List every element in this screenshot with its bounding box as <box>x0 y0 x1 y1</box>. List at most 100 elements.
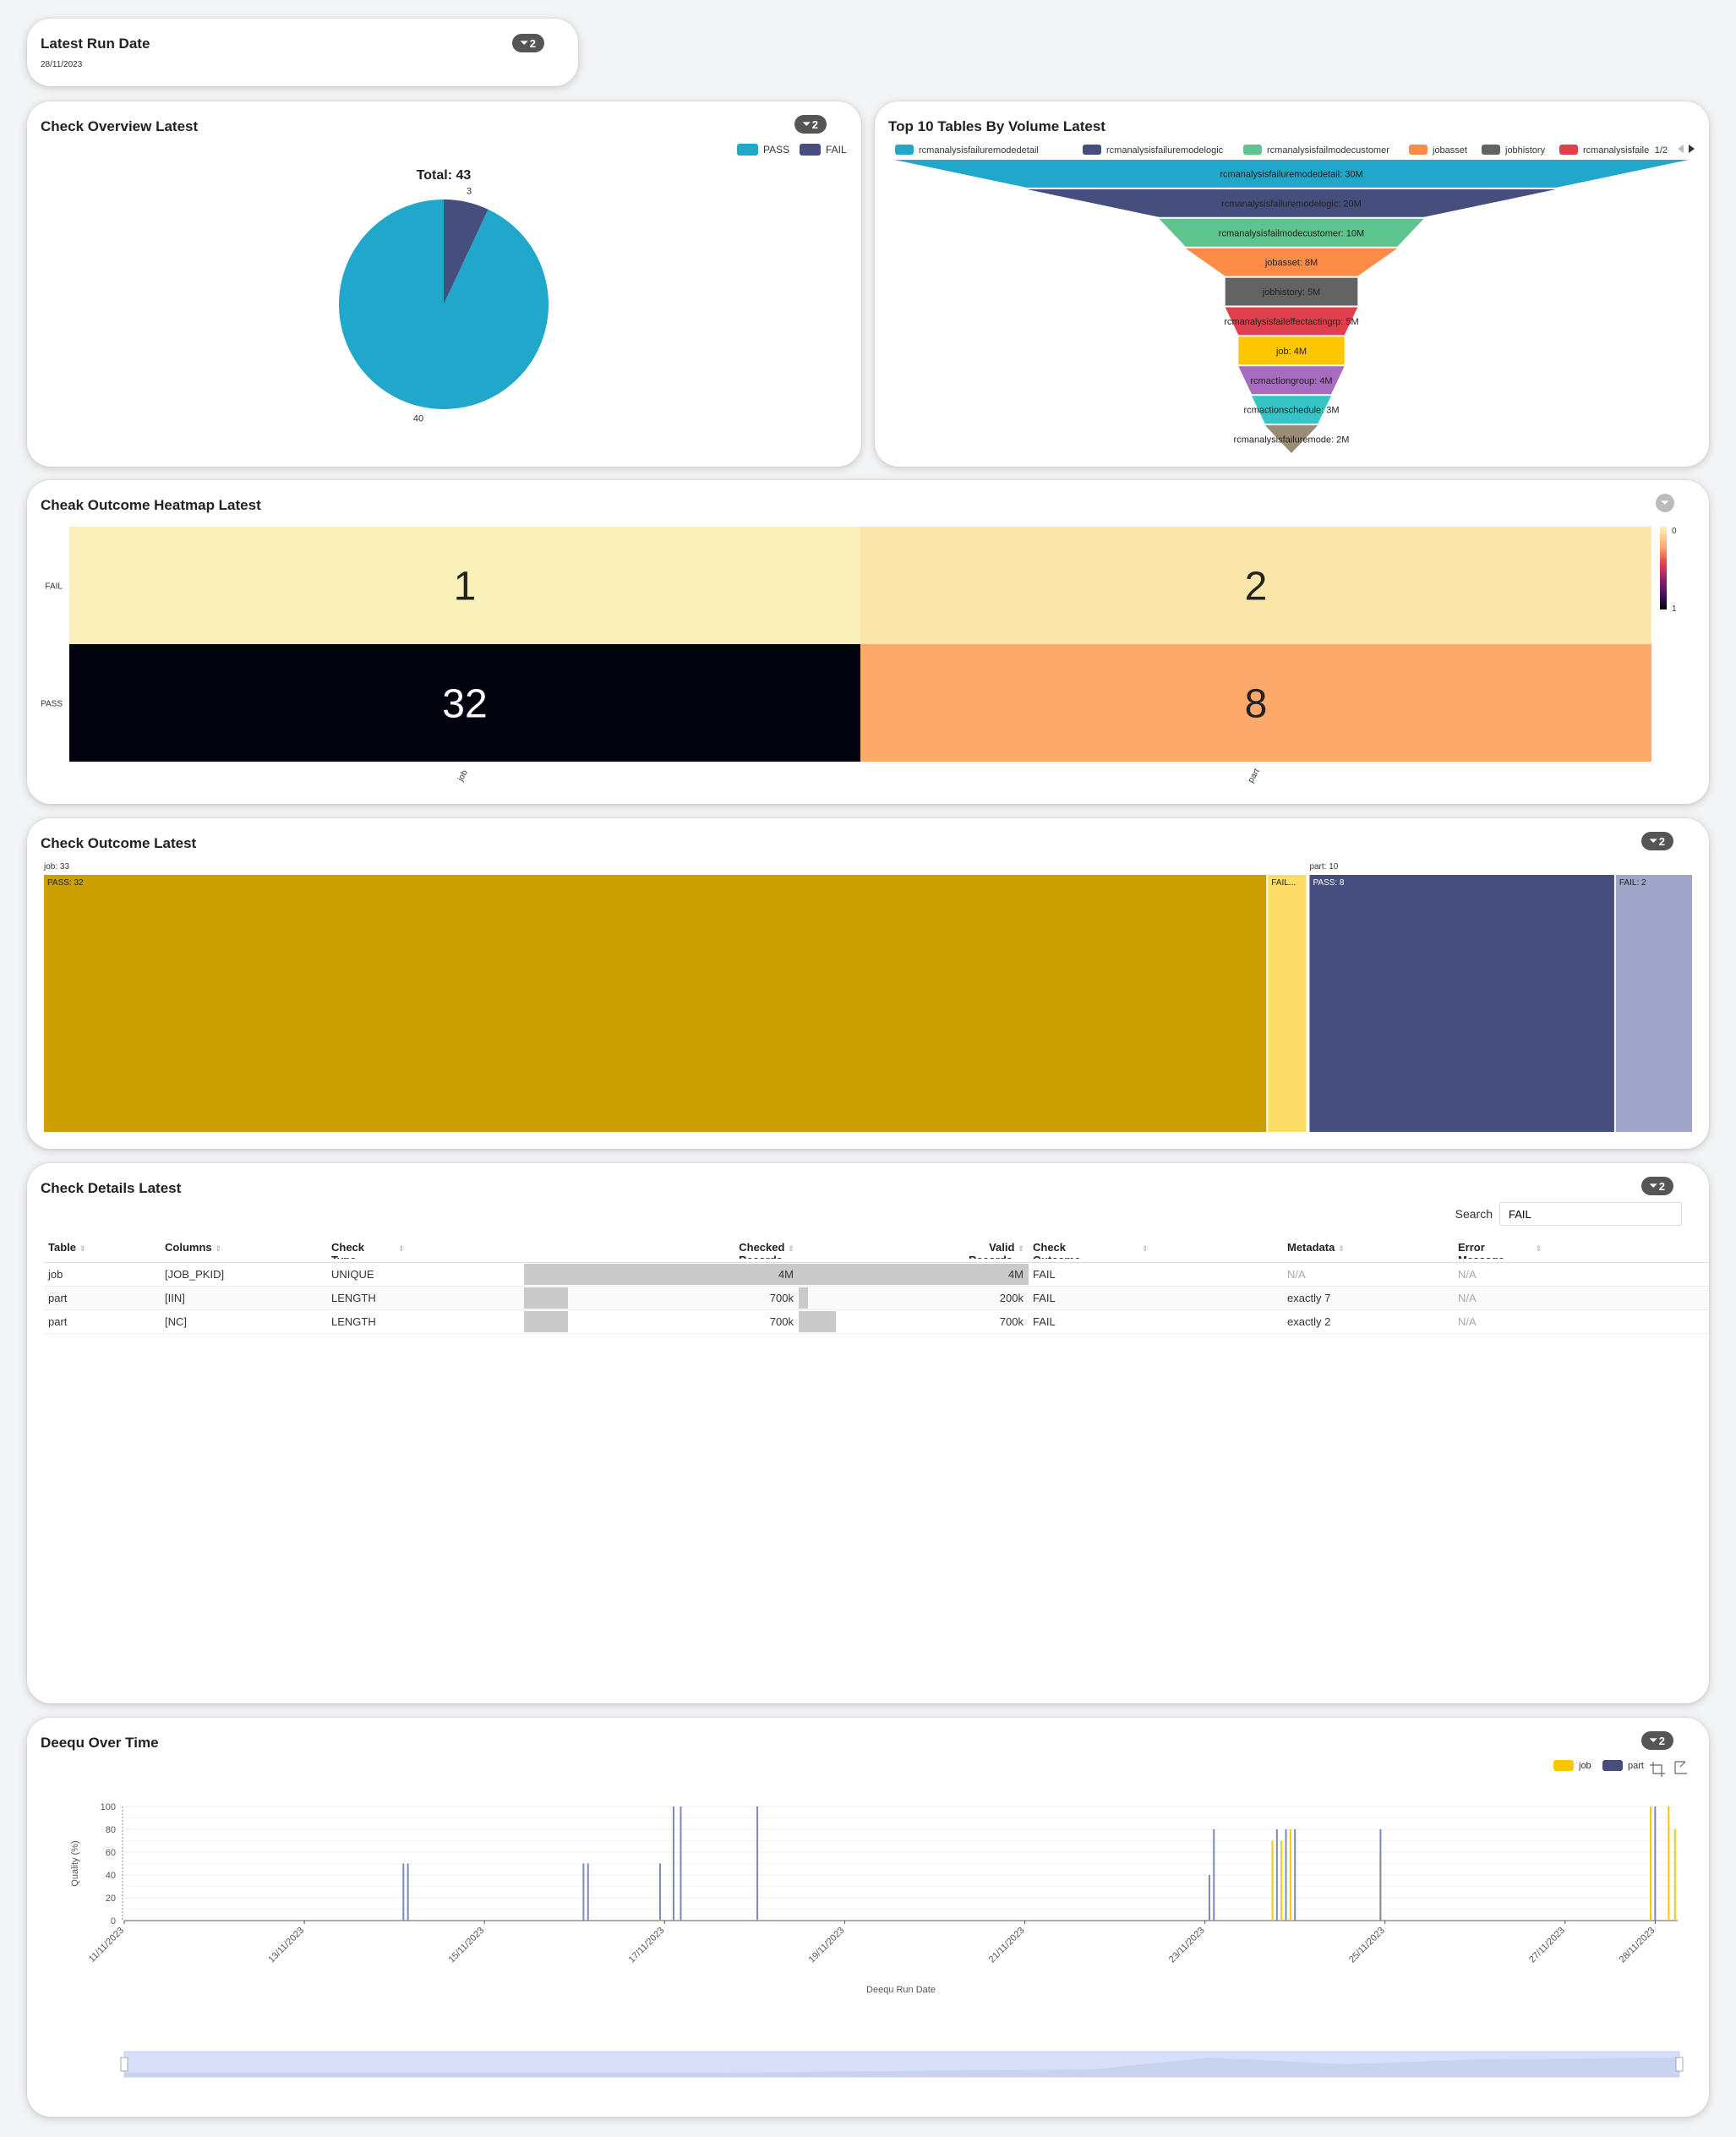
cell-columns: [IIN] <box>161 1286 327 1310</box>
check-details-title: Check Details Latest <box>41 1180 182 1196</box>
search-area: Search <box>1455 1202 1682 1226</box>
treemap-chart: job: 33 PASS: 32 FAIL... part: 10 PASS: 8 FAI… <box>43 862 1692 1132</box>
y-tick-label: 60 <box>106 1848 116 1858</box>
cell-table: job <box>44 1262 161 1287</box>
zoom-reset-icon <box>1674 1761 1687 1774</box>
heatmap-cell-value: 1 <box>454 565 477 609</box>
heatmap-cell-value: 8 <box>1245 682 1268 727</box>
x-tick-label: 28/11/2023 <box>1618 1926 1657 1965</box>
heatmap-x-label: job <box>456 768 470 784</box>
cell-metadata: exactly 7 <box>1283 1286 1454 1310</box>
legend-label: jobhistory <box>1504 145 1546 156</box>
treemap-cell-label: PASS: 32 <box>47 878 84 888</box>
bar-part <box>1275 1829 1278 1921</box>
bar-job <box>1650 1806 1652 1921</box>
legend-swatch <box>1243 145 1262 155</box>
cell-check-outcome: FAIL <box>1029 1286 1283 1310</box>
treemap-cell-label: FAIL... <box>1271 878 1296 888</box>
table-row[interactable]: job [JOB_PKID] UNIQUE 4M 4M FAIL N/A N/A <box>44 1262 1709 1287</box>
heatmap-y-label: FAIL <box>45 582 63 592</box>
funnel-label: jobhistory: 5M <box>1262 287 1320 298</box>
pie-total-label: Total: 43 <box>417 168 472 183</box>
x-tick-label: 15/11/2023 <box>446 1926 486 1965</box>
check-overview-card: Check Overview Latest ⏷ 2 PASS FAIL Total: … <box>27 101 861 467</box>
bar-job <box>1289 1829 1291 1921</box>
pie-slice-pass <box>338 199 549 409</box>
x-tick-label: 27/11/2023 <box>1527 1926 1567 1965</box>
check-details-table: Table⇕ Columns⇕ Check⇕Type Checked⇕Recor… <box>44 1238 1709 1334</box>
bar-part <box>1285 1829 1287 1921</box>
bar-part <box>1208 1875 1210 1921</box>
deequ-chart: job part 0 20 40 60 80 100 Quality (%) 11/11/2023… <box>70 1760 1687 2078</box>
check-details-filter-badge[interactable]: ⏷ 2 <box>1641 1177 1673 1195</box>
heatmap-color-scale <box>1660 527 1667 609</box>
funnel-label: rcmanalysisfailuremodedetail: 30M <box>1220 169 1362 179</box>
cell-check-type: LENGTH <box>327 1286 524 1310</box>
treemap-cell <box>1309 875 1614 1132</box>
bar-part <box>658 1863 661 1921</box>
treemap-cell <box>1615 875 1692 1132</box>
cell-columns: [JOB_PKID] <box>161 1262 327 1287</box>
filter-count: 2 <box>1658 1179 1666 1193</box>
legend-label: rcmanalysisfailmodecustomer <box>1267 145 1389 156</box>
bar-part <box>756 1806 759 1921</box>
latest-run-filter-badge[interactable]: ⏷ 2 <box>512 34 544 52</box>
funnel-label: jobasset: 8M <box>1264 258 1318 268</box>
top-tables-card: Top 10 Tables By Volume Latest rcmanalys… <box>875 101 1709 467</box>
legend-swatch <box>1409 145 1428 155</box>
heatmap-cell-value: 32 <box>442 682 487 727</box>
x-axis-title: Deequ Run Date <box>866 1985 936 1995</box>
valid-records-value: 200k <box>999 1292 1024 1304</box>
latest-run-date: 28/11/2023 <box>41 60 83 69</box>
pie-chart: PASS FAIL Total: 43 3 40 <box>338 144 847 424</box>
funnel-label: rcmanalysisfaileffectactingrp: 5M <box>1224 317 1358 327</box>
header-columns[interactable]: Columns ⇕ <box>161 1238 327 1263</box>
cell-valid-records: 4M <box>799 1262 1029 1287</box>
header-metadata[interactable]: Metadata ⇕ <box>1283 1238 1454 1263</box>
funnel-label: rcmanalysisfailmodecustomer: 10M <box>1219 228 1364 238</box>
legend-label-pass: PASS <box>763 144 789 156</box>
table-header-row: Table⇕ Columns⇕ Check⇕Type Checked⇕Recor… <box>44 1238 1709 1263</box>
legend-label-part: part <box>1628 1761 1644 1771</box>
x-tick-label: 13/11/2023 <box>266 1926 306 1965</box>
funnel-label: rcmanalysisfailuremode: 2M <box>1234 435 1350 445</box>
cell-checked-records: 700k <box>524 1286 799 1310</box>
header-valid-records[interactable]: Valid⇕Records <box>799 1238 1029 1263</box>
pie-data-label-fail: 3 <box>467 186 472 196</box>
check-outcome-card: Check Outcome Latest ⏷ 2 job: 33 PASS: 32 F… <box>27 818 1709 1149</box>
heatmap-scale-max-label: 0 <box>1672 527 1677 536</box>
bar-part <box>407 1863 409 1921</box>
table-row[interactable]: part [IIN] LENGTH 700k 200k FAIL exactly… <box>44 1286 1709 1310</box>
legend-page-indicator: 1/2 <box>1655 145 1668 156</box>
heatmap-x-label: part <box>1247 767 1262 784</box>
bar-part <box>1379 1829 1382 1921</box>
cell-columns: [NC] <box>161 1309 327 1334</box>
legend-swatch-pass <box>737 144 758 156</box>
cell-valid-records: 200k <box>799 1286 1029 1310</box>
cell-metadata: exactly 2 <box>1283 1309 1454 1334</box>
header-check-type[interactable]: Check⇕Type <box>327 1238 524 1263</box>
legend-label: rcmanalysisfailuremodedetail <box>919 145 1039 156</box>
bar-part <box>1654 1806 1657 1921</box>
table-row[interactable]: part [NC] LENGTH 700k 700k FAIL exactly … <box>44 1309 1709 1334</box>
cell-error-message: N/A <box>1454 1262 1709 1287</box>
legend-swatch <box>1083 145 1101 155</box>
filter-icon: ⏷ <box>520 37 528 48</box>
search-label: Search <box>1455 1207 1493 1221</box>
header-error-message[interactable]: Error⇕Message <box>1454 1238 1709 1263</box>
check-details-card: Check Details Latest ⏷2 Search Table⇕ Co… <box>27 1163 1709 1703</box>
legend-swatch <box>1482 145 1500 155</box>
bar-part <box>582 1863 585 1921</box>
valid-records-value: 4M <box>1007 1268 1024 1281</box>
valid-records-value: 700k <box>999 1315 1024 1328</box>
y-tick-label: 20 <box>106 1894 116 1904</box>
header-checked-records[interactable]: Checked⇕Records <box>524 1238 799 1263</box>
cell-metadata: N/A <box>1283 1262 1454 1287</box>
header-table[interactable]: Table ⇕ <box>44 1238 161 1263</box>
header-check-outcome[interactable]: Check⇕Outcome <box>1029 1238 1283 1263</box>
funnel-chart: rcmanalysisfailuremodedetail rcmanalysisf… <box>894 140 1695 453</box>
search-input[interactable] <box>1499 1202 1682 1226</box>
y-tick-label: 100 <box>101 1802 116 1812</box>
x-tick-label: 21/11/2023 <box>987 1926 1027 1965</box>
x-tick-label: 23/11/2023 <box>1167 1926 1207 1965</box>
